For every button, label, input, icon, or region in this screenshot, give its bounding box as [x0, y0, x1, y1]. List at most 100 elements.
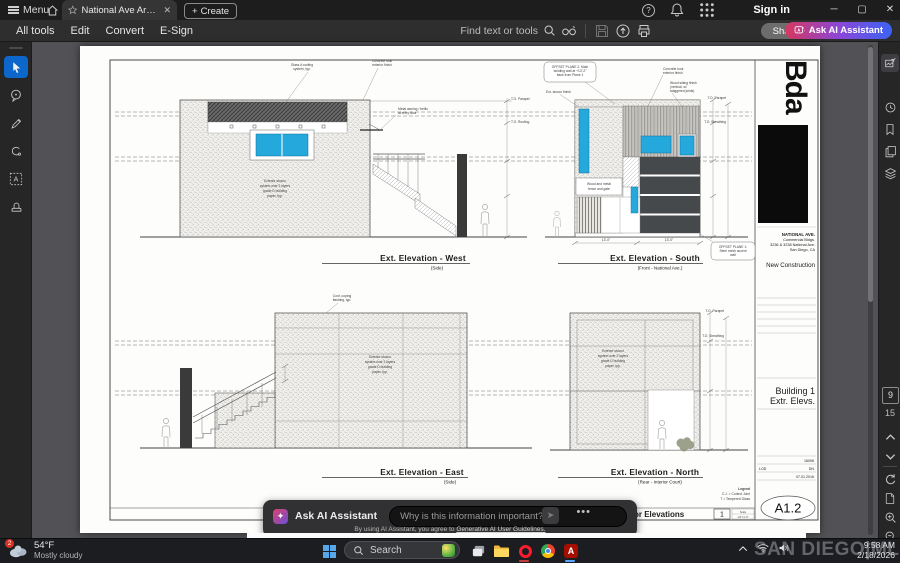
menu-esign[interactable]: E-Sign — [160, 25, 193, 37]
svg-text:paper, typ.: paper, typ. — [605, 364, 620, 368]
svg-text:system over 2 layers: system over 2 layers — [365, 360, 396, 364]
upload-cloud-icon[interactable] — [615, 23, 631, 39]
svg-text:Exterior stucco: Exterior stucco — [369, 355, 391, 359]
project-type: New Construction — [766, 262, 815, 269]
ai-prompt-input[interactable] — [389, 506, 627, 527]
strip-number: 1 — [720, 512, 724, 519]
help-icon[interactable]: ? — [642, 4, 655, 17]
maximize-button[interactable]: ▢ — [856, 0, 868, 20]
taskbar-search[interactable]: Search — [344, 541, 460, 559]
page-number-box[interactable]: 9 — [882, 387, 899, 404]
ai-send-button[interactable]: ➤ — [542, 507, 559, 524]
cursor-icon — [10, 61, 23, 74]
svg-text:NATIONAL AVE.: NATIONAL AVE. — [782, 232, 815, 237]
zoom-in-button[interactable] — [881, 508, 899, 526]
weather-temp: 54°F — [34, 540, 82, 551]
tab-title: National Ave Arch Dwg... — [81, 5, 159, 16]
left-tool-rail: A — [0, 42, 32, 538]
west-dimensions: T.O. Parapet T.O. Roofing — [370, 97, 530, 239]
svg-text:T.O. Sheathing: T.O. Sheathing — [702, 334, 724, 338]
opera-icon[interactable] — [517, 543, 533, 559]
fit-page-button[interactable] — [881, 489, 899, 507]
canvas-scrollbar-thumb[interactable] — [868, 47, 873, 302]
network-icon[interactable] — [757, 543, 769, 553]
lasso-tool-button[interactable] — [4, 140, 28, 162]
south-window-right — [680, 136, 694, 155]
svg-text:A: A — [14, 177, 19, 184]
pdf-page[interactable]: T.O. Parapet T.O. Roofing Glass A roofin… — [80, 46, 820, 533]
create-button[interactable]: + Create — [184, 3, 237, 19]
export-image-button[interactable] — [881, 54, 899, 72]
apps-grid-icon[interactable] — [699, 2, 715, 18]
find-label: Find text or tools — [460, 25, 538, 37]
pages-button[interactable] — [881, 142, 899, 160]
elevation-title-east: Ext. Elevation - East — [380, 467, 464, 477]
weather-alert-badge: 2 — [5, 539, 14, 548]
file-explorer-icon[interactable] — [493, 543, 509, 559]
select-tool-button[interactable] — [4, 56, 28, 78]
north-dimensions: T.O. Parapet T.O. Sheathing — [702, 309, 729, 452]
chrome-icon[interactable] — [540, 543, 556, 559]
ai-guidelines-link[interactable]: Generative AI User Guidelines. — [456, 526, 545, 533]
sheet-name-2: Extr. Elevs. — [770, 396, 815, 406]
menu-edit[interactable]: Edit — [71, 25, 90, 37]
south-window-center — [641, 136, 671, 153]
svg-text:flashing, typ.: flashing, typ. — [333, 298, 352, 302]
close-button[interactable]: ✕ — [884, 0, 896, 20]
stamp-tool-button[interactable] — [4, 196, 28, 218]
ai-more-options-button[interactable]: ••• — [576, 506, 591, 518]
west-column — [457, 154, 467, 237]
tab-close-icon[interactable]: ✕ — [163, 5, 171, 16]
menu-button[interactable]: Menu — [8, 0, 49, 20]
layers-button[interactable] — [881, 164, 899, 182]
notifications-bell-icon[interactable] — [669, 2, 685, 18]
save-icon[interactable] — [594, 23, 610, 39]
rail-divider — [883, 466, 897, 467]
history-button[interactable] — [881, 98, 899, 116]
plus-icon: + — [192, 6, 198, 17]
comment-icon — [9, 88, 23, 102]
text-select-tool-button[interactable]: A — [4, 168, 28, 190]
home-button[interactable] — [46, 0, 59, 20]
task-view-button[interactable] — [470, 543, 486, 559]
comment-tool-button[interactable] — [4, 84, 28, 106]
svg-text:Exterior stucco: Exterior stucco — [264, 179, 286, 183]
opera-active-indicator — [519, 560, 529, 562]
bookmarks-button[interactable] — [881, 120, 899, 138]
rotate-page-button[interactable] — [881, 470, 899, 488]
system-tray[interactable] — [738, 543, 790, 553]
ai-find-binoculars-icon[interactable] — [561, 23, 577, 39]
elevation-subtitle-south: (Front - National Ave.) — [638, 266, 683, 271]
elevation-subtitle-north: (Rear - Interior Court) — [638, 480, 682, 485]
acrobat-icon[interactable]: A — [563, 543, 579, 559]
taskbar-weather-widget[interactable]: 2 54°F Mostly cloudy — [8, 540, 82, 560]
next-page-button[interactable] — [881, 448, 899, 466]
find-bar[interactable]: Find text or tools — [460, 23, 652, 39]
home-icon — [46, 4, 59, 17]
ai-assistant-bar: ✦ Ask AI Assistant ➤ ••• By using AI Ass… — [263, 500, 637, 537]
document-canvas[interactable]: T.O. Parapet T.O. Roofing Glass A roofin… — [32, 42, 878, 538]
start-button[interactable] — [323, 545, 336, 558]
ai-assistant-label: Ask AI Assistant — [295, 510, 377, 522]
ai-disclaimer-text: By using AI Assistant, you agree to — [354, 526, 456, 533]
stamp-icon — [10, 201, 23, 214]
screen: { "window": { "menu_label": "Menu", "tab… — [0, 0, 900, 563]
taskbar-clock[interactable]: 9:58 AM 2/18/2026 — [857, 540, 895, 560]
svg-text:Commercial Bldgs.: Commercial Bldgs. — [783, 238, 815, 242]
svg-text:staggered joints): staggered joints) — [670, 89, 694, 93]
print-icon[interactable] — [636, 23, 652, 39]
sign-in-button[interactable]: Sign in — [753, 0, 790, 20]
title-bar: Menu National Ave Arch Dwg... ✕ + Create… — [0, 0, 900, 20]
previous-page-button[interactable] — [881, 428, 899, 446]
tray-expand-icon[interactable] — [738, 545, 748, 552]
svg-text:Ext. stucco finish: Ext. stucco finish — [546, 90, 571, 94]
menu-convert[interactable]: Convert — [106, 25, 145, 37]
menu-all-tools[interactable]: All tools — [16, 25, 55, 37]
document-tab[interactable]: National Ave Arch Dwg... ✕ — [62, 0, 177, 20]
elevation-north: Exterior stucco system over 2 layers gra… — [550, 309, 748, 485]
rail-handle[interactable] — [9, 47, 23, 49]
minimize-button[interactable]: ─ — [828, 0, 840, 20]
draw-tool-button[interactable] — [4, 112, 28, 134]
ask-ai-assistant-button[interactable]: Ask AI Assistant — [785, 22, 892, 39]
volume-icon[interactable] — [778, 543, 790, 553]
